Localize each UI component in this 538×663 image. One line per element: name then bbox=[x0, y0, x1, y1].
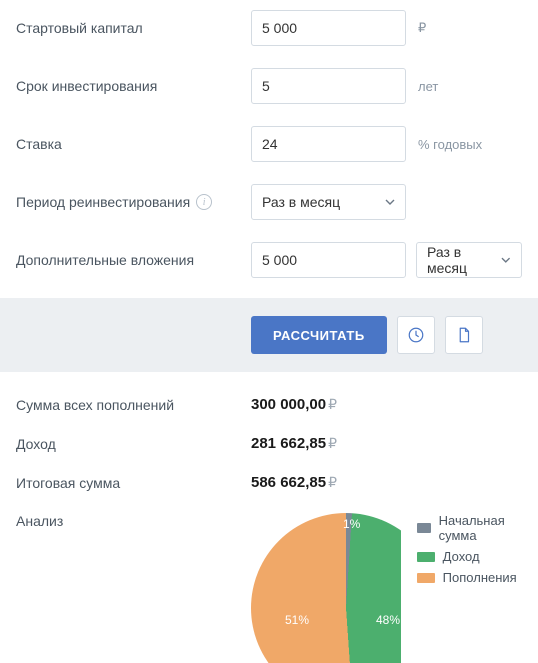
deposits-row: Сумма всех пополнений 300 000,00₽ bbox=[16, 396, 522, 413]
calculate-button[interactable]: РАССЧИТАТЬ bbox=[251, 316, 387, 354]
rate-label: Ставка bbox=[16, 136, 251, 152]
legend-initial: Начальная сумма bbox=[417, 513, 522, 543]
rate-input[interactable] bbox=[251, 126, 406, 162]
term-input[interactable] bbox=[251, 68, 406, 104]
clock-icon bbox=[407, 326, 425, 344]
additional-freq-select[interactable]: Раз в месяц bbox=[416, 242, 522, 278]
start-capital-input[interactable] bbox=[251, 10, 406, 46]
info-icon[interactable]: i bbox=[196, 194, 212, 210]
chevron-down-icon bbox=[385, 197, 395, 207]
analysis-row: Анализ 1% 48% 51% Начальная сумма Доход … bbox=[16, 513, 522, 663]
deposits-value: 300 000,00 bbox=[251, 396, 326, 413]
legend-deposits: Пополнения bbox=[417, 570, 522, 585]
chevron-down-icon bbox=[501, 255, 511, 265]
deposits-label: Сумма всех пополнений bbox=[16, 397, 251, 413]
swatch-grey bbox=[417, 523, 431, 533]
start-capital-row: Стартовый капитал ₽ bbox=[16, 10, 522, 46]
pct-income: 48% bbox=[376, 613, 400, 627]
additional-input[interactable] bbox=[251, 242, 406, 278]
reinvest-period-select[interactable]: Раз в месяц bbox=[251, 184, 406, 220]
term-label: Срок инвестирования bbox=[16, 78, 251, 94]
reinvest-period-row: Период реинвестирования i Раз в месяц bbox=[16, 184, 522, 220]
document-icon bbox=[455, 326, 473, 344]
total-value: 586 662,85 bbox=[251, 474, 326, 491]
start-capital-unit: ₽ bbox=[418, 20, 426, 36]
legend-income: Доход bbox=[417, 549, 522, 564]
reinvest-period-label: Период реинвестирования i bbox=[16, 194, 251, 210]
term-row: Срок инвестирования лет bbox=[16, 68, 522, 104]
analysis-label: Анализ bbox=[16, 513, 251, 529]
pct-initial: 1% bbox=[343, 517, 360, 531]
total-row: Итоговая сумма 586 662,85₽ bbox=[16, 474, 522, 491]
income-row: Доход 281 662,85₽ bbox=[16, 435, 522, 452]
total-label: Итоговая сумма bbox=[16, 475, 251, 491]
income-value: 281 662,85 bbox=[251, 435, 326, 452]
term-unit: лет bbox=[418, 79, 438, 94]
pct-deposits: 51% bbox=[285, 613, 309, 627]
swatch-orange bbox=[417, 573, 435, 583]
history-button[interactable] bbox=[397, 316, 435, 354]
additional-label: Дополнительные вложения bbox=[16, 252, 251, 268]
additional-row: Дополнительные вложения Раз в месяц bbox=[16, 242, 522, 278]
swatch-green bbox=[417, 552, 435, 562]
start-capital-label: Стартовый капитал bbox=[16, 20, 251, 36]
document-button[interactable] bbox=[445, 316, 483, 354]
action-bar: РАССЧИТАТЬ bbox=[0, 298, 538, 372]
legend: Начальная сумма Доход Пополнения bbox=[417, 513, 522, 591]
pie-chart: 1% 48% 51% bbox=[251, 513, 401, 663]
rate-row: Ставка % годовых bbox=[16, 126, 522, 162]
income-label: Доход bbox=[16, 436, 251, 452]
rate-unit: % годовых bbox=[418, 137, 482, 152]
